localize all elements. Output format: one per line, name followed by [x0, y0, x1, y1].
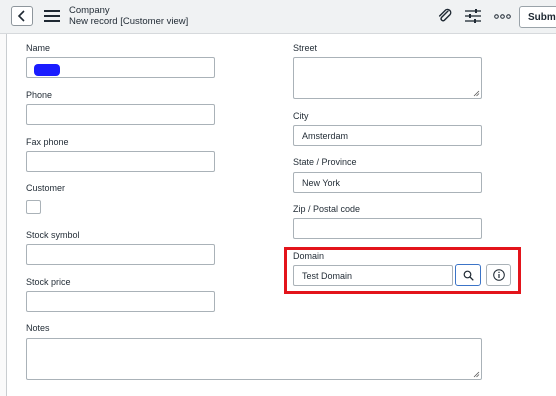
redaction-mark [34, 64, 60, 76]
state-province-label: State / Province [293, 157, 357, 167]
stock-symbol-field[interactable] [26, 244, 215, 265]
stock-symbol-label: Stock symbol [26, 230, 80, 240]
street-textarea[interactable] [293, 57, 482, 99]
record-view-label: New record [Customer view] [69, 16, 189, 27]
phone-label: Phone [26, 90, 53, 100]
hamburger-menu-icon[interactable] [44, 10, 60, 22]
city-field[interactable]: Amsterdam [293, 125, 482, 146]
fax-phone-field[interactable] [26, 151, 215, 172]
fax-phone-label: Fax phone [26, 137, 69, 147]
phone-field[interactable] [26, 104, 215, 125]
notes-textarea[interactable] [26, 338, 482, 380]
city-label: City [293, 111, 309, 121]
submit-button[interactable]: Submi [519, 6, 556, 28]
more-options-icon[interactable] [494, 14, 511, 19]
back-button[interactable] [11, 6, 33, 26]
chevron-left-icon [17, 10, 25, 22]
table-name: Company [69, 5, 110, 16]
resize-grip-icon[interactable] [473, 371, 480, 378]
customer-label: Customer [26, 183, 66, 193]
stock-price-label: Stock price [26, 277, 71, 287]
state-province-field[interactable]: New York [293, 172, 482, 193]
left-panel-edge [0, 34, 7, 396]
customer-checkbox[interactable] [26, 200, 41, 214]
zip-postal-label: Zip / Postal code [293, 204, 361, 214]
zip-postal-field[interactable] [293, 218, 482, 239]
form-header: Company New record [Customer view] Submi [0, 0, 556, 34]
paperclip-icon[interactable] [437, 8, 453, 24]
name-label: Name [26, 43, 51, 53]
stock-price-field[interactable] [26, 291, 215, 312]
sliders-icon[interactable] [465, 9, 481, 23]
street-label: Street [293, 43, 318, 53]
domain-highlight-box [284, 247, 521, 294]
record-title-block: Company New record [Customer view] [69, 5, 188, 27]
resize-grip-icon[interactable] [473, 90, 480, 97]
notes-label: Notes [26, 323, 50, 333]
